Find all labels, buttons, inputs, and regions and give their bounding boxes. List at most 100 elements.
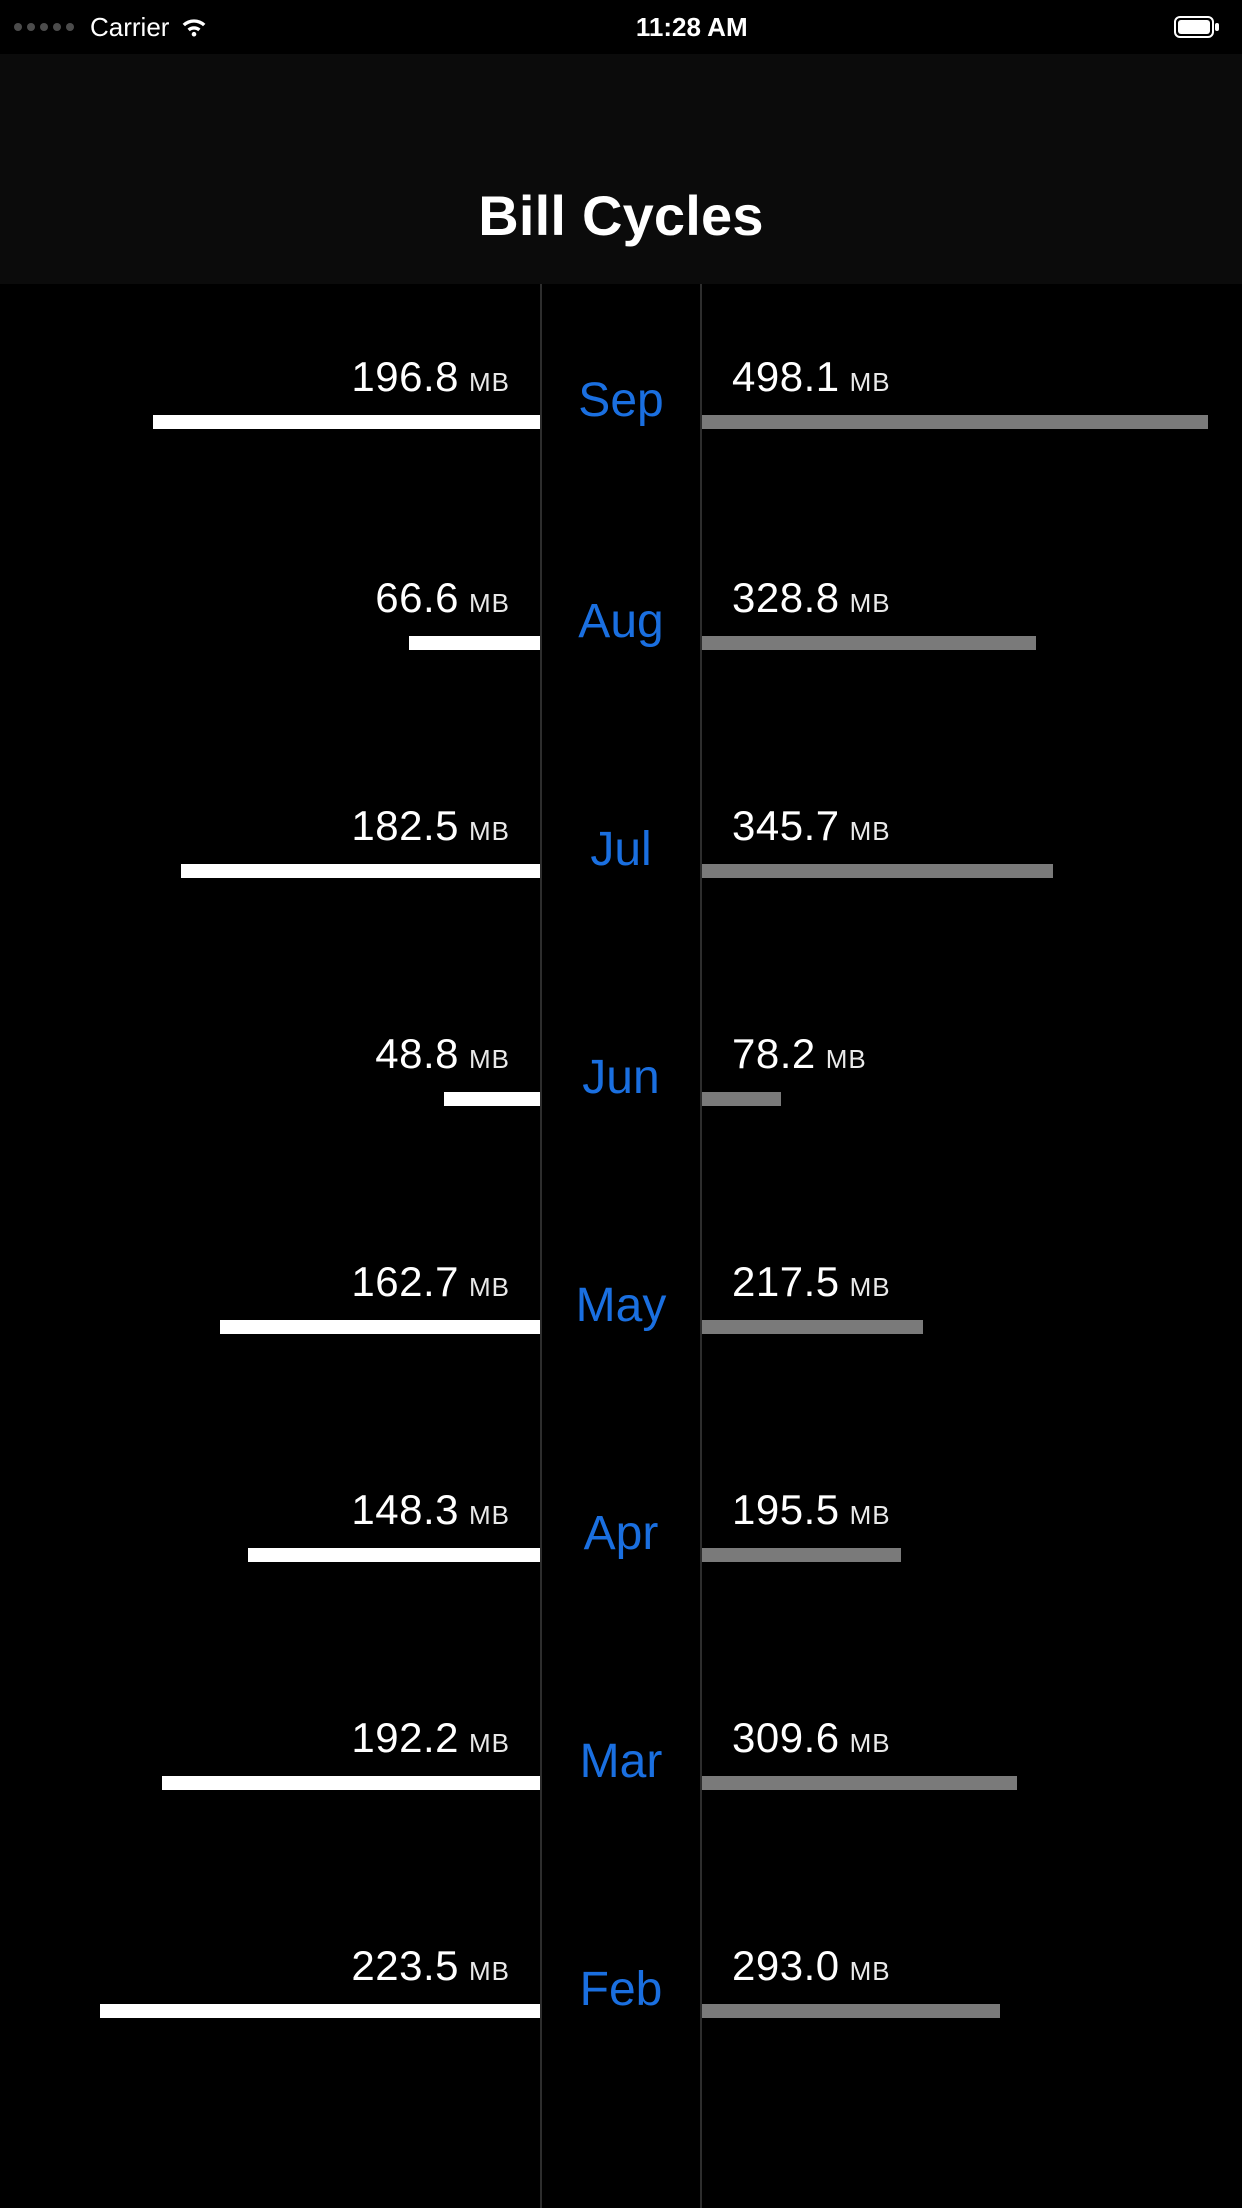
cycle-left: 48.8 MB xyxy=(0,954,540,1182)
status-bar: Carrier 11:28 AM xyxy=(0,0,1242,54)
cycle-right-label: 345.7 MB xyxy=(702,802,891,850)
page-title: Bill Cycles xyxy=(478,183,763,248)
cycle-right: 498.1 MB xyxy=(702,284,1242,498)
cycle-left-value: 196.8 xyxy=(351,353,459,401)
cycle-left-bar xyxy=(181,864,540,878)
cycle-left-label: 48.8 MB xyxy=(375,1030,540,1078)
cycle-left-unit: MB xyxy=(469,1044,510,1075)
cycle-left-bar xyxy=(248,1548,540,1562)
status-time: 11:28 AM xyxy=(636,12,748,43)
cycle-right-value: 498.1 xyxy=(732,353,840,401)
cycle-row[interactable]: 196.8 MB Sep 498.1 MB xyxy=(0,284,1242,498)
cycle-left-value: 48.8 xyxy=(375,1030,459,1078)
cycle-left: 223.5 MB xyxy=(0,1866,540,2094)
cycle-right-value: 78.2 xyxy=(732,1030,816,1078)
cycle-left-label: 182.5 MB xyxy=(351,802,540,850)
cycle-right-unit: MB xyxy=(850,588,891,619)
cycle-left-value: 192.2 xyxy=(351,1714,459,1762)
cycle-left: 192.2 MB xyxy=(0,1638,540,1866)
bill-cycles-list[interactable]: 196.8 MB Sep 498.1 MB 66.6 MB Aug 328.8 … xyxy=(0,284,1242,2208)
cycle-row[interactable]: 162.7 MB May 217.5 MB xyxy=(0,1182,1242,1410)
cycle-left: 162.7 MB xyxy=(0,1182,540,1410)
cycle-right-bar xyxy=(702,1548,901,1562)
cycle-left-value: 182.5 xyxy=(351,802,459,850)
cycle-left-value: 148.3 xyxy=(351,1486,459,1534)
cycle-row[interactable]: 48.8 MB Jun 78.2 MB xyxy=(0,954,1242,1182)
cycle-left-unit: MB xyxy=(469,1500,510,1531)
cycle-right-unit: MB xyxy=(850,1272,891,1303)
cycle-right-unit: MB xyxy=(850,1728,891,1759)
cycle-left-bar xyxy=(220,1320,540,1334)
cycle-left: 148.3 MB xyxy=(0,1410,540,1638)
cycle-month[interactable]: Mar xyxy=(543,1716,699,1789)
cycle-month[interactable]: Jun xyxy=(543,1032,699,1105)
cycle-left: 66.6 MB xyxy=(0,498,540,726)
cycle-right-label: 217.5 MB xyxy=(702,1258,891,1306)
status-left: Carrier xyxy=(14,12,209,43)
cycle-right: 309.6 MB xyxy=(702,1638,1242,1866)
cycle-left-unit: MB xyxy=(469,588,510,619)
cycle-left-bar xyxy=(162,1776,540,1790)
cycle-right-label: 78.2 MB xyxy=(702,1030,867,1078)
cycle-right-label: 195.5 MB xyxy=(702,1486,891,1534)
cycle-left-label: 192.2 MB xyxy=(351,1714,540,1762)
cycle-left-value: 223.5 xyxy=(351,1942,459,1990)
cycle-left-unit: MB xyxy=(469,816,510,847)
cycle-right-value: 195.5 xyxy=(732,1486,840,1534)
cycle-left: 182.5 MB xyxy=(0,726,540,954)
cycle-right-label: 309.6 MB xyxy=(702,1714,891,1762)
cycle-month[interactable]: Feb xyxy=(543,1944,699,2017)
cycle-left-value: 66.6 xyxy=(375,574,459,622)
cycle-right-value: 293.0 xyxy=(732,1942,840,1990)
cycle-month[interactable]: May xyxy=(543,1260,699,1333)
cycle-right-unit: MB xyxy=(850,367,891,398)
cycle-left-label: 162.7 MB xyxy=(351,1258,540,1306)
signal-dots-icon xyxy=(14,23,74,31)
cycle-left-bar xyxy=(409,636,540,650)
cycle-right-bar xyxy=(702,864,1053,878)
cycle-month[interactable]: Apr xyxy=(543,1488,699,1561)
cycle-right: 293.0 MB xyxy=(702,1866,1242,2094)
cycle-right-label: 498.1 MB xyxy=(702,353,891,401)
cycle-right-value: 345.7 xyxy=(732,802,840,850)
battery-icon xyxy=(1174,16,1220,38)
cycle-right-bar xyxy=(702,415,1208,429)
cycle-left-bar xyxy=(100,2004,540,2018)
cycle-left-label: 148.3 MB xyxy=(351,1486,540,1534)
cycle-right-value: 309.6 xyxy=(732,1714,840,1762)
cycle-right-bar xyxy=(702,636,1036,650)
header: Bill Cycles xyxy=(0,54,1242,284)
cycle-left-unit: MB xyxy=(469,1728,510,1759)
cycle-month[interactable]: Aug xyxy=(543,576,699,649)
cycle-left-unit: MB xyxy=(469,1956,510,1987)
cycle-row[interactable]: 66.6 MB Aug 328.8 MB xyxy=(0,498,1242,726)
carrier-label: Carrier xyxy=(90,12,169,43)
cycle-right-unit: MB xyxy=(850,1956,891,1987)
cycle-right: 345.7 MB xyxy=(702,726,1242,954)
cycle-left-bar xyxy=(153,415,540,429)
cycle-right-unit: MB xyxy=(850,1500,891,1531)
cycle-left-label: 223.5 MB xyxy=(351,1942,540,1990)
cycle-month[interactable]: Jul xyxy=(543,804,699,877)
cycle-right-value: 217.5 xyxy=(732,1258,840,1306)
cycle-left-label: 196.8 MB xyxy=(351,353,540,401)
cycle-right-bar xyxy=(702,1320,923,1334)
cycle-left: 196.8 MB xyxy=(0,284,540,498)
cycle-row[interactable]: 223.5 MB Feb 293.0 MB xyxy=(0,1866,1242,2094)
cycle-right-unit: MB xyxy=(826,1044,867,1075)
cycle-right: 328.8 MB xyxy=(702,498,1242,726)
cycle-row[interactable]: 148.3 MB Apr 195.5 MB xyxy=(0,1410,1242,1638)
cycle-right-bar xyxy=(702,2004,1000,2018)
cycle-left-unit: MB xyxy=(469,1272,510,1303)
cycle-left-label: 66.6 MB xyxy=(375,574,540,622)
cycle-left-value: 162.7 xyxy=(351,1258,459,1306)
cycle-right: 78.2 MB xyxy=(702,954,1242,1182)
cycle-row[interactable]: 182.5 MB Jul 345.7 MB xyxy=(0,726,1242,954)
cycle-right-label: 328.8 MB xyxy=(702,574,891,622)
cycle-right-bar xyxy=(702,1092,781,1106)
cycle-month[interactable]: Sep xyxy=(543,355,699,428)
cycle-row[interactable]: 192.2 MB Mar 309.6 MB xyxy=(0,1638,1242,1866)
cycle-right-label: 293.0 MB xyxy=(702,1942,891,1990)
cycle-right: 195.5 MB xyxy=(702,1410,1242,1638)
cycle-right-value: 328.8 xyxy=(732,574,840,622)
